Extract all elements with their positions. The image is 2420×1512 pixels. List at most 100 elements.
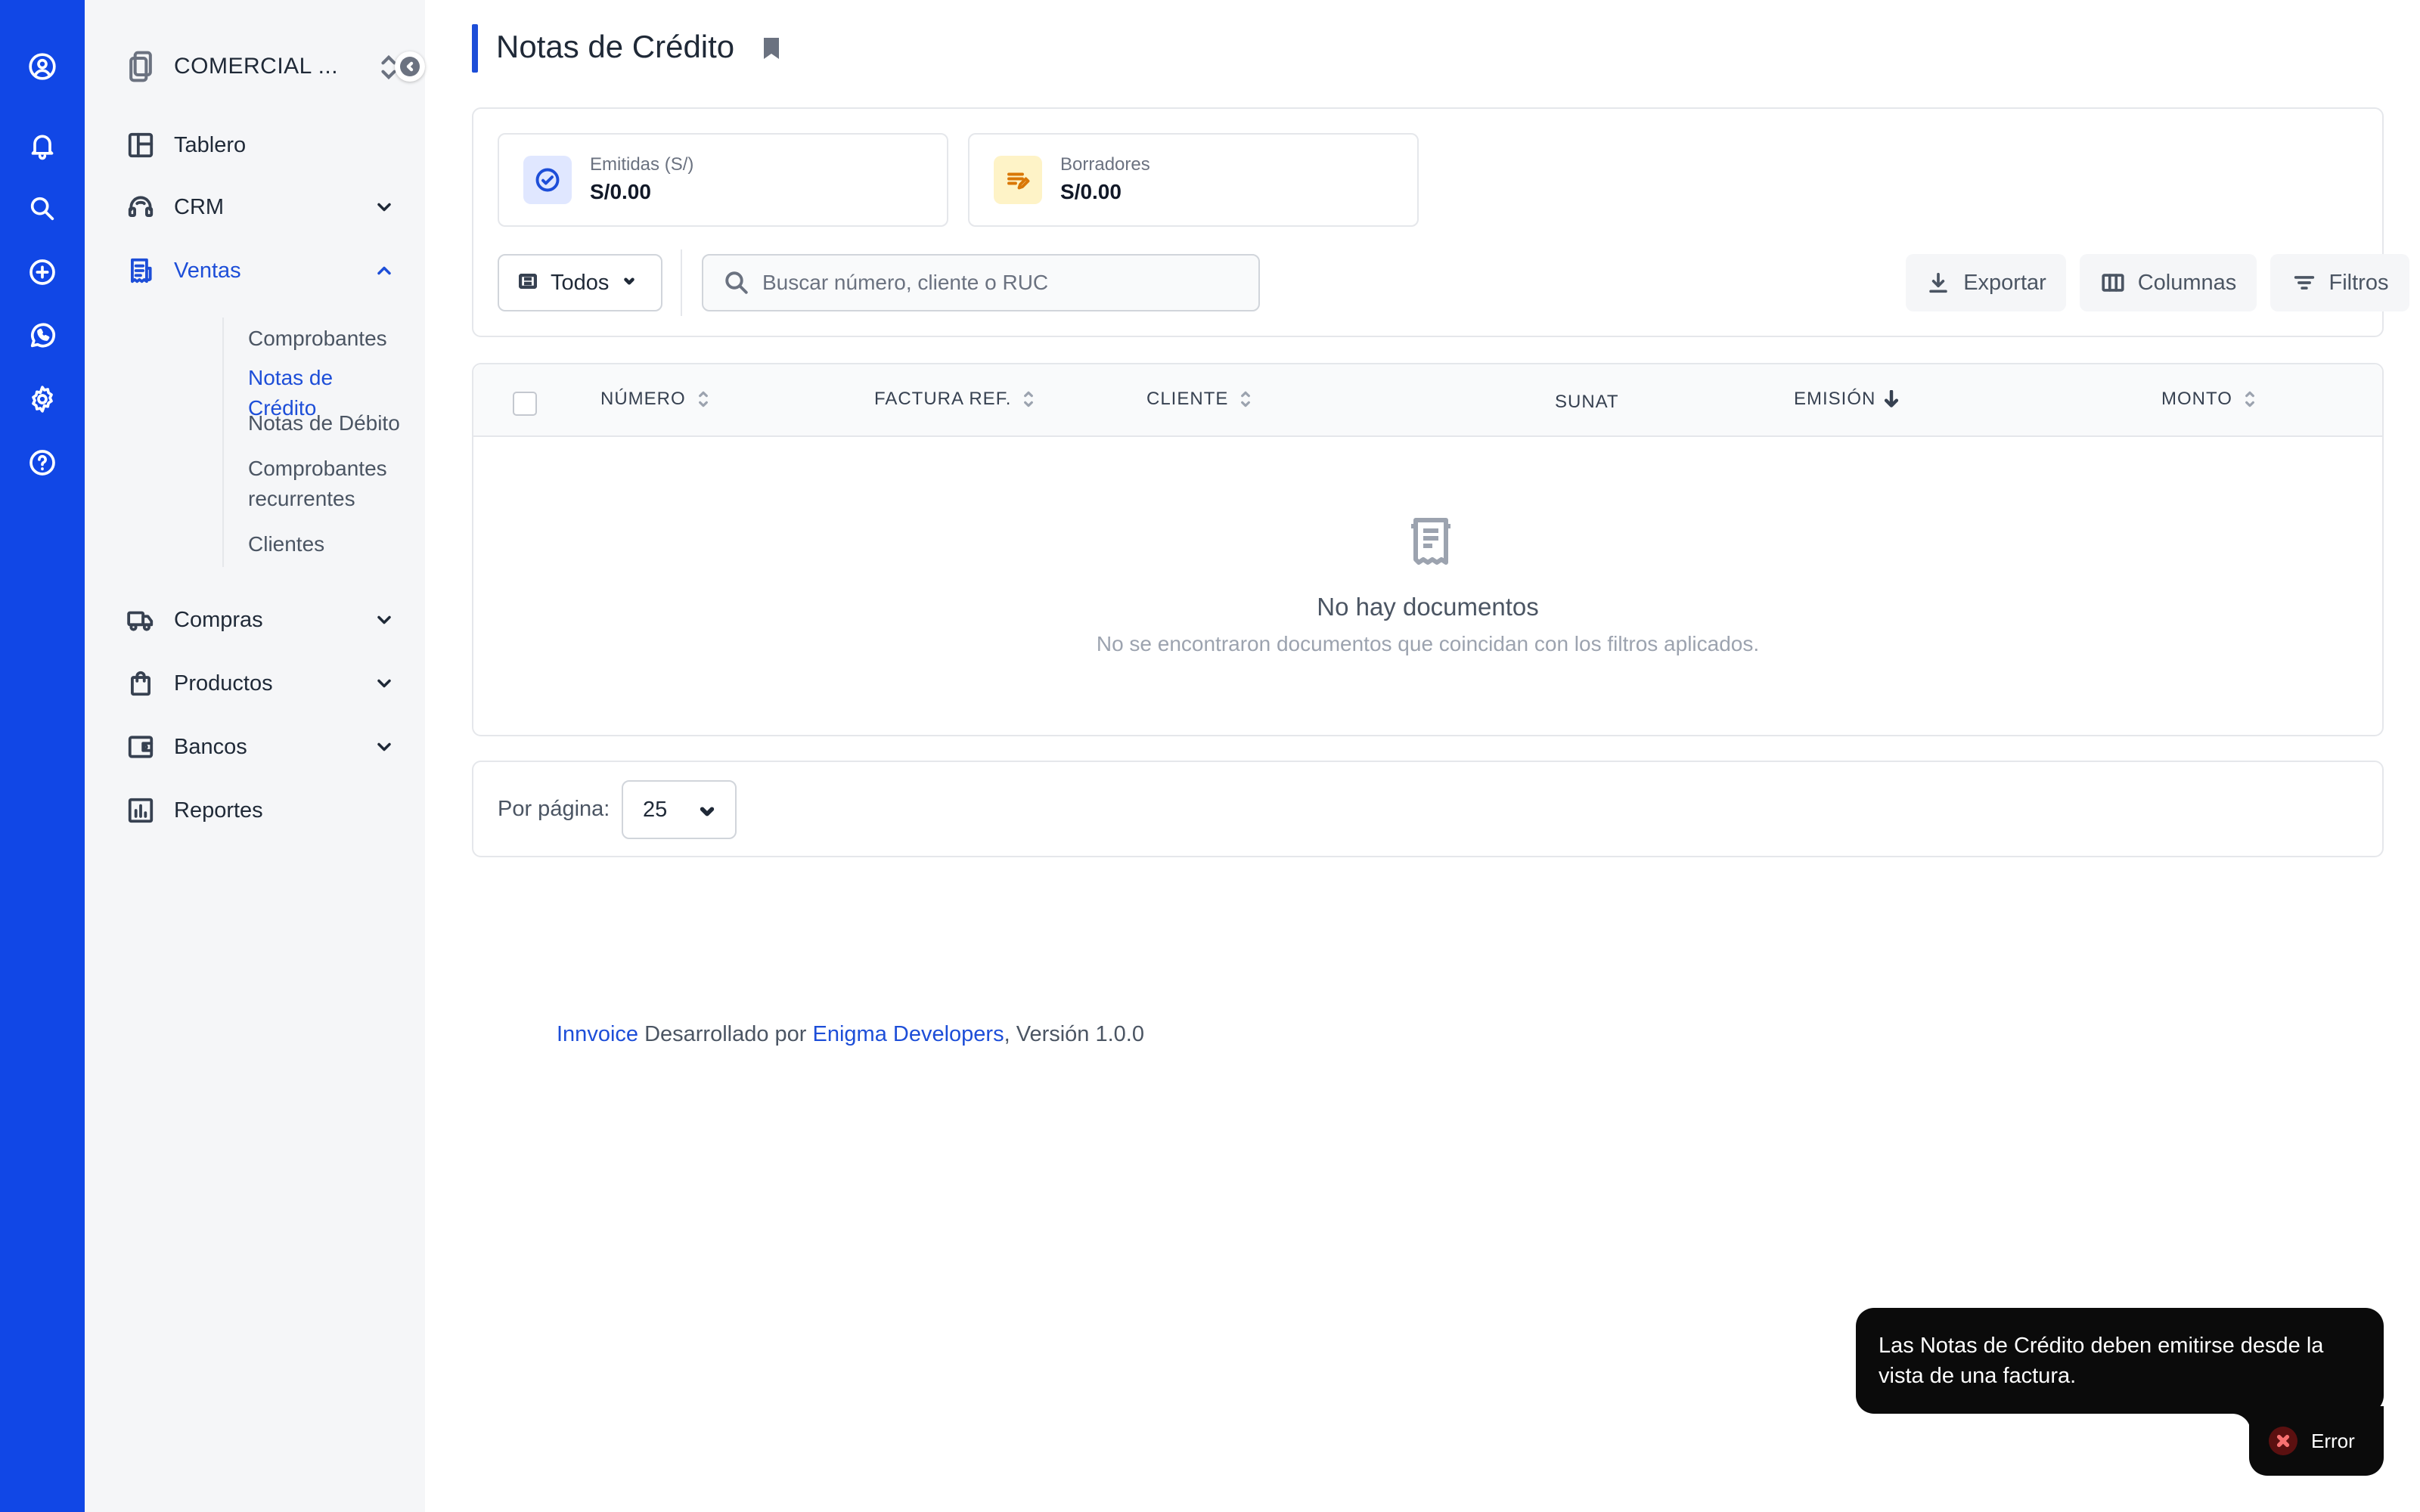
error-x-icon [2269,1427,2297,1455]
submenu-item-comprobantes-recurrentes[interactable]: Comprobantes recurrentes [224,454,390,529]
toast-connector-cutout [2217,1414,2251,1447]
columns-button[interactable]: Columnas [2080,254,2257,311]
column-header-label: EMISIÓN [1794,389,1876,409]
select-all-checkbox[interactable] [513,392,537,416]
sidebar-item-ventas[interactable]: Ventas [124,246,404,295]
column-header-cliente[interactable]: CLIENTE [1146,389,1252,410]
chevron-down-icon [374,736,395,758]
footer-brand-link[interactable]: Innvoice [557,1022,638,1046]
collapse-sidebar-button[interactable] [395,51,425,82]
sidebar-item-label: Tablero [174,132,247,157]
divider [681,249,682,316]
chevron-down-icon [374,673,395,694]
column-header-monto[interactable]: MONTO [2161,389,2257,410]
help-icon[interactable] [24,445,60,481]
stat-value: S/0.00 [590,180,651,203]
empty-receipt-icon [1408,517,1454,565]
column-header-emision[interactable]: EMISIÓN [1794,389,1900,410]
footer-developer-link[interactable]: Enigma Developers [813,1022,1004,1046]
headset-icon [124,191,157,224]
company-name: COMERCIAL ... [174,54,339,79]
stat-card-borradores: Borradores S/0.00 [968,133,1419,227]
empty-state-title: No hay documentos [1317,593,1539,621]
sidebar-item-label: Compras [174,607,263,632]
settings-gear-icon[interactable] [24,381,60,417]
chevron-down-icon [699,803,715,823]
column-header-label: FACTURA REF. [874,389,1012,409]
empty-state-subtitle: No se encontraron documentos que coincid… [1096,632,1760,655]
title-accent-bar [472,24,478,73]
ventas-submenu: Comprobantes Notas de Crédito Notas de D… [222,318,404,567]
receipt-icon [124,254,157,287]
documents-table: NÚMERO FACTURA REF. CLIENTE SUNAT EMISIÓ… [472,363,2384,736]
search-box[interactable] [702,254,1260,311]
filters-label: Filtros [2328,270,2389,295]
search-input[interactable] [762,271,1231,295]
bookmark-icon[interactable] [762,36,780,60]
column-header-numero[interactable]: NÚMERO [600,389,710,410]
error-toast: Las Notas de Crédito deben emitirse desd… [1856,1308,2384,1414]
columns-icon [2102,274,2124,292]
wallet-icon [124,730,157,764]
icon-rail [0,0,85,1512]
toast-message: Las Notas de Crédito deben emitirse desd… [1879,1334,2324,1388]
column-header-label: MONTO [2161,389,2232,409]
submenu-item-clientes[interactable]: Clientes [224,529,404,567]
status-filter-dropdown[interactable]: Todos [498,254,662,311]
toast-type-label: Error [2311,1429,2355,1452]
sort-icon [2243,389,2257,409]
sidebar-item-tablero[interactable]: Tablero [124,121,404,169]
bar-chart-icon [124,794,157,827]
column-header-sunat: SUNAT [1555,392,1619,413]
stat-label: Emitidas (S/) [590,154,694,175]
chevron-up-icon [374,260,395,281]
add-circle-icon[interactable] [24,254,60,290]
column-header-label: SUNAT [1555,392,1619,412]
company-icon [124,50,157,83]
chevron-down-icon [374,609,395,631]
status-filter-label: Todos [551,270,610,295]
sidebar: COMERCIAL ... Tablero CRM Ventas Comprob… [85,0,425,1512]
company-switcher[interactable]: COMERCIAL ... [124,45,404,88]
download-icon [1929,272,1947,293]
sidebar-item-bancos[interactable]: Bancos [124,723,404,771]
column-header-factura-ref[interactable]: FACTURA REF. [874,389,1035,410]
shopping-bag-icon [124,667,157,700]
sidebar-item-crm[interactable]: CRM [124,183,404,231]
sidebar-item-reportes[interactable]: Reportes [124,786,404,835]
per-page-value: 25 [643,797,668,822]
submenu-item-notas-de-debito[interactable]: Notas de Débito [224,408,404,454]
footer-text: Desarrollado por [638,1022,813,1046]
sort-icon [1022,389,1035,409]
sidebar-item-label: Bancos [174,734,247,759]
chevron-left-icon [406,61,414,72]
pagination-card: Por página: 25 [472,761,2384,857]
sidebar-item-label: Productos [174,671,273,696]
truck-icon [124,603,157,637]
stat-card-emitidas: Emitidas (S/) S/0.00 [498,133,948,227]
check-circle-icon [523,156,572,204]
bell-icon[interactable] [24,127,60,163]
columns-label: Columnas [2137,270,2237,295]
stat-value: S/0.00 [1060,180,1122,203]
filters-button[interactable]: Filtros [2270,254,2409,311]
dashboard-icon [124,129,157,162]
arrow-down-icon [1883,390,1900,408]
footer-version: , Versión 1.0.0 [1004,1022,1144,1046]
column-header-label: CLIENTE [1146,389,1229,409]
sidebar-item-productos[interactable]: Productos [124,659,404,708]
stat-label: Borradores [1060,154,1150,175]
search-icon[interactable] [24,191,60,227]
submenu-item-notas-de-credito[interactable]: Notas de Crédito [224,363,404,420]
whatsapp-icon[interactable] [24,318,60,354]
sidebar-item-label: CRM [174,194,225,219]
sort-icon [1239,389,1252,409]
per-page-select[interactable]: 25 [622,780,737,839]
draft-edit-icon [994,156,1042,204]
export-button[interactable]: Exportar [1906,254,2066,311]
summary-filters-card: Emitidas (S/) S/0.00 Borradores S/0.00 T… [472,107,2409,337]
export-label: Exportar [1963,270,2046,295]
sidebar-item-compras[interactable]: Compras [124,596,404,644]
user-account-icon[interactable] [24,48,60,85]
submenu-item-comprobantes[interactable]: Comprobantes [224,318,404,363]
